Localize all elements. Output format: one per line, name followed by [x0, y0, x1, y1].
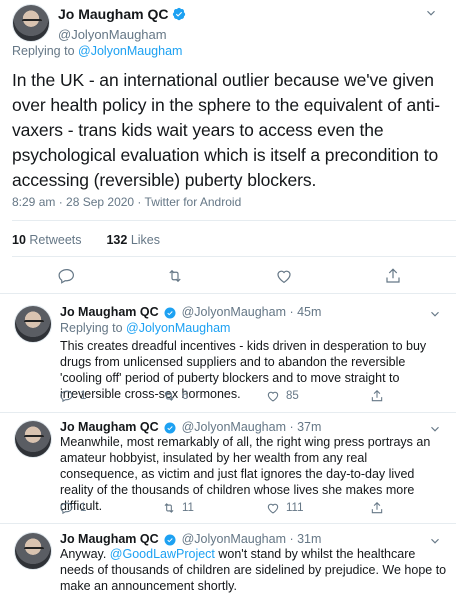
author-display-name[interactable]: Jo Maugham QC: [58, 6, 168, 22]
likes-label[interactable]: Likes: [131, 233, 160, 247]
reply-icon[interactable]: [60, 501, 74, 515]
retweet-icon[interactable]: [162, 389, 176, 403]
author-block[interactable]: Jo Maugham QC @JolyonMaugham: [58, 6, 186, 42]
reply-handle-time[interactable]: @JolyonMaugham · 45m: [182, 305, 322, 319]
avatar[interactable]: [14, 305, 52, 343]
likes-count[interactable]: 132: [106, 233, 127, 247]
reply-count: 1: [80, 502, 87, 514]
share-action[interactable]: [370, 389, 384, 403]
retweet-icon[interactable]: [166, 267, 184, 285]
share-icon[interactable]: [370, 501, 384, 515]
replying-to: Replying to @JolyonMaugham: [60, 321, 230, 335]
reply-actions: 1 6 85: [60, 389, 440, 405]
verified-badge-icon: [164, 422, 176, 434]
verified-badge-icon: [164, 307, 176, 319]
replying-to-handle-link[interactable]: @JolyonMaugham: [78, 44, 182, 58]
divider: [0, 412, 456, 413]
reply-tweet[interactable]: Jo Maugham QC @JolyonMaugham · 37m Meanw…: [0, 418, 456, 524]
reply-action[interactable]: 1: [60, 389, 86, 403]
reply-tweet[interactable]: Jo Maugham QC @JolyonMaugham · 31m Anywa…: [0, 530, 456, 600]
replying-to-prefix: Replying to: [60, 321, 123, 335]
divider: [12, 256, 456, 257]
tweet-stats: 10 Retweets 132 Likes: [12, 233, 160, 247]
replying-to-handle-link[interactable]: @JolyonMaugham: [126, 321, 230, 335]
divider: [0, 293, 456, 294]
reply-header: Jo Maugham QC @JolyonMaugham · 31m: [60, 532, 321, 546]
like-count: 111: [286, 502, 304, 514]
verified-badge-icon: [173, 7, 186, 21]
reply-text: Anyway. @GoodLawProject won't stand by w…: [60, 546, 448, 594]
replying-to-prefix: Replying to: [12, 44, 75, 58]
avatar[interactable]: [12, 4, 50, 42]
author-name[interactable]: Jo Maugham QC: [58, 6, 186, 22]
like-icon[interactable]: [266, 389, 280, 403]
like-action[interactable]: 111: [266, 501, 303, 515]
divider: [12, 220, 456, 221]
tweet-actions: [0, 264, 456, 288]
like-action[interactable]: 85: [266, 389, 299, 403]
like-count: 85: [286, 390, 299, 402]
reply-header: Jo Maugham QC @JolyonMaugham · 45m: [60, 305, 321, 319]
retweet-icon[interactable]: [162, 501, 176, 515]
mention-link[interactable]: @GoodLawProject: [110, 547, 215, 561]
reply-tweet[interactable]: Jo Maugham QC @JolyonMaugham · 45m Reply…: [0, 303, 456, 413]
retweets-count[interactable]: 10: [12, 233, 26, 247]
tweet-text: In the UK - an international outlier bec…: [12, 70, 440, 190]
retweet-count: 6: [182, 390, 189, 402]
reply-handle-time[interactable]: @JolyonMaugham · 31m: [182, 532, 322, 546]
retweets-label[interactable]: Retweets: [29, 233, 81, 247]
reply-icon[interactable]: [60, 389, 74, 403]
retweet-action[interactable]: 6: [162, 389, 188, 403]
verified-badge-icon: [164, 534, 176, 546]
like-icon[interactable]: [275, 267, 293, 285]
reply-count: 1: [80, 390, 87, 402]
share-action[interactable]: [370, 501, 384, 515]
retweet-count: 11: [182, 502, 194, 514]
retweet-action[interactable]: 11: [162, 501, 194, 515]
like-icon[interactable]: [266, 501, 280, 515]
replying-to: Replying to @JolyonMaugham: [12, 44, 182, 58]
share-icon[interactable]: [384, 267, 402, 285]
author-handle[interactable]: @JolyonMaugham: [58, 27, 186, 42]
reply-handle-time[interactable]: @JolyonMaugham · 37m: [182, 420, 322, 434]
share-icon[interactable]: [370, 389, 384, 403]
reply-action[interactable]: 1: [60, 501, 86, 515]
reply-header: Jo Maugham QC @JolyonMaugham · 37m: [60, 420, 321, 434]
avatar[interactable]: [14, 532, 52, 570]
reply-author-name[interactable]: Jo Maugham QC: [60, 532, 159, 546]
reply-text-start: Anyway.: [60, 547, 110, 561]
reply-actions: 1 11 111: [60, 501, 440, 517]
divider: [0, 523, 456, 524]
reply-author-name[interactable]: Jo Maugham QC: [60, 305, 159, 319]
avatar[interactable]: [14, 420, 52, 458]
chevron-down-icon[interactable]: [424, 6, 438, 20]
chevron-down-icon[interactable]: [428, 307, 442, 321]
reply-icon[interactable]: [58, 267, 76, 285]
tweet-meta[interactable]: 8:29 am · 28 Sep 2020 · Twitter for Andr…: [12, 195, 241, 209]
reply-author-name[interactable]: Jo Maugham QC: [60, 420, 159, 434]
